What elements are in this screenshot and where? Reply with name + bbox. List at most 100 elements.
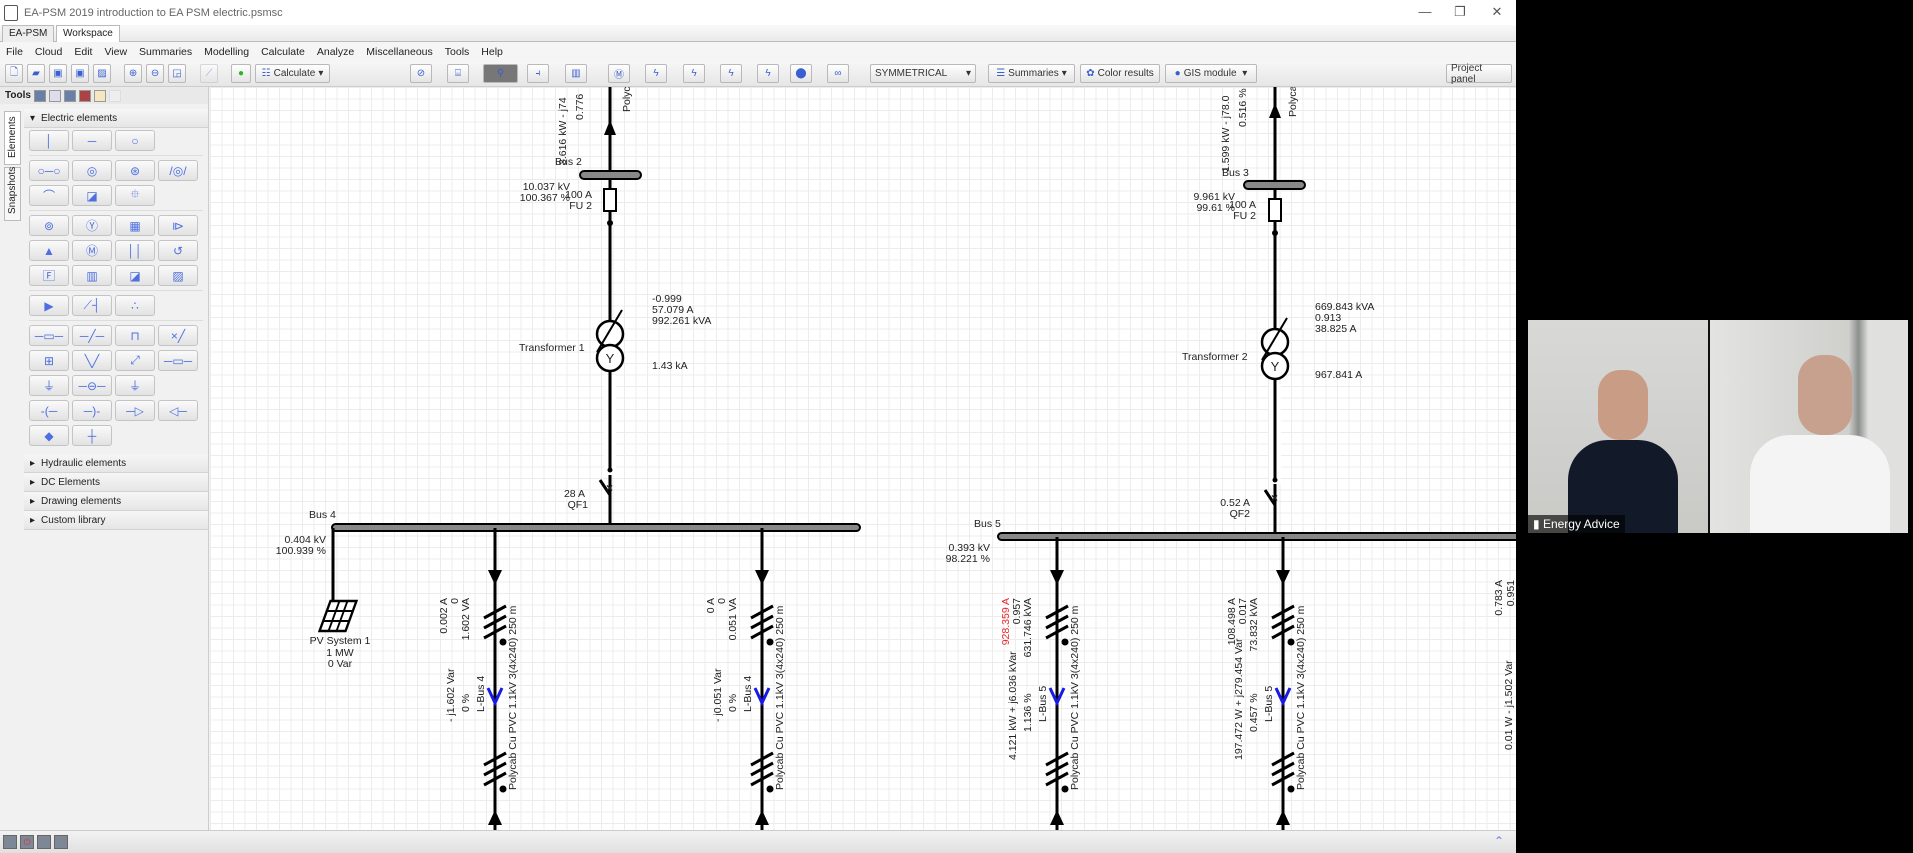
section-hydraulic-elements[interactable]: ▸ Hydraulic elements bbox=[24, 454, 208, 473]
project-panel-button[interactable]: Project panel bbox=[1446, 63, 1512, 85]
grid-toggle-icon[interactable] bbox=[3, 835, 17, 849]
rectifier-icon[interactable]: ◪ bbox=[115, 265, 155, 286]
mode-select[interactable]: SYMMETRICAL ▾ bbox=[870, 64, 976, 83]
pin-tool-icon[interactable] bbox=[108, 89, 121, 102]
load-switch-icon[interactable]: ╲╱ bbox=[72, 350, 112, 371]
reactor-icon[interactable]: ⌒ bbox=[29, 185, 69, 206]
chart-button[interactable]: ▥ bbox=[565, 64, 587, 83]
save-button[interactable]: ▣ bbox=[49, 64, 67, 83]
section-electric-elements[interactable]: ▾ Electric elements bbox=[24, 109, 208, 128]
motor-icon[interactable]: Ⓜ bbox=[72, 240, 112, 261]
generator-icon[interactable]: ⊚ bbox=[29, 215, 69, 236]
transformer-2w-icon[interactable]: ◎ bbox=[72, 160, 112, 181]
plug-left-icon[interactable]: -(─ bbox=[29, 400, 69, 421]
menu-analyze[interactable]: Analyze bbox=[317, 46, 354, 58]
menu-tools[interactable]: Tools bbox=[445, 46, 470, 58]
busbar-block-icon[interactable]: ┼ bbox=[72, 425, 112, 446]
location-button[interactable]: ⬤ bbox=[790, 64, 812, 83]
tab-elements[interactable]: Elements bbox=[4, 111, 21, 165]
pv-array-icon[interactable]: ▦ bbox=[115, 215, 155, 236]
hatch-icon[interactable]: ▨ bbox=[158, 265, 198, 286]
fuse-switch-icon[interactable]: ⊓ bbox=[115, 325, 155, 346]
regulating-transformer-icon[interactable]: /◎/ bbox=[158, 160, 198, 181]
earth-2-icon[interactable]: ⏚ bbox=[115, 375, 155, 396]
motor-button[interactable]: Ⓜ bbox=[608, 64, 630, 83]
arrow-right-icon[interactable]: ─▷ bbox=[115, 400, 155, 421]
disconnector-icon[interactable]: ⤢ bbox=[115, 350, 155, 371]
menu-cloud[interactable]: Cloud bbox=[35, 46, 62, 58]
load-icon[interactable]: ▲ bbox=[29, 240, 69, 261]
fuse-fu2-icon[interactable] bbox=[603, 188, 617, 212]
earth-icon[interactable]: ⏚ bbox=[29, 375, 69, 396]
minimize-button[interactable]: — bbox=[1410, 4, 1440, 19]
three-circles-icon[interactable]: ∴ bbox=[115, 295, 155, 316]
plug-right-icon[interactable]: ─)- bbox=[72, 400, 112, 421]
breaker-icon[interactable]: ×╱ bbox=[158, 325, 198, 346]
menu-help[interactable]: Help bbox=[481, 46, 503, 58]
menu-edit[interactable]: Edit bbox=[74, 46, 92, 58]
color-results-button[interactable]: ✿ Color results bbox=[1080, 64, 1160, 83]
motor-y-icon[interactable]: Ⓨ bbox=[72, 215, 112, 236]
short-circuit-pe-button[interactable]: ϟ bbox=[720, 64, 742, 83]
pv-system-icon[interactable] bbox=[317, 599, 359, 633]
text-red-tool-icon[interactable] bbox=[78, 89, 91, 102]
menu-miscellaneous[interactable]: Miscellaneous bbox=[366, 46, 433, 58]
bus-2-bar[interactable] bbox=[579, 170, 642, 180]
meter-icon[interactable]: ─⊖─ bbox=[72, 375, 112, 396]
calculate-dropdown[interactable]: ☷ Calculate ▾ bbox=[255, 64, 330, 83]
new-file-button[interactable]: 🗋 bbox=[5, 64, 23, 83]
bus-4-bar[interactable] bbox=[331, 523, 861, 532]
short-circuit-max-button[interactable]: ϟ bbox=[683, 64, 705, 83]
menu-view[interactable]: View bbox=[104, 46, 127, 58]
pointer-tool-icon[interactable] bbox=[33, 89, 46, 102]
node-icon[interactable]: ○ bbox=[115, 130, 155, 151]
short-circuit-min-button[interactable]: ϟ bbox=[645, 64, 667, 83]
link-icon[interactable]: ○─○ bbox=[29, 160, 69, 181]
check-button[interactable]: ● bbox=[231, 64, 251, 83]
capacitor-tool-button[interactable]: ⫞ bbox=[527, 64, 549, 83]
tab-ea-psm[interactable]: EA-PSM bbox=[2, 25, 55, 42]
switch-battery-icon[interactable]: ⟋┤ bbox=[72, 295, 112, 316]
play-icon[interactable]: ▶ bbox=[29, 295, 69, 316]
minus-icon[interactable] bbox=[54, 835, 68, 849]
switch-icon[interactable]: ─╱─ bbox=[72, 325, 112, 346]
summaries-dropdown[interactable]: ☰ Summaries ▾ bbox=[988, 64, 1075, 83]
power-icon[interactable]: ⏻ bbox=[20, 835, 34, 849]
section-dc-elements[interactable]: ▸ DC Elements bbox=[24, 473, 208, 492]
zoom-out-button[interactable]: ⊖ bbox=[146, 64, 164, 83]
menu-calculate[interactable]: Calculate bbox=[261, 46, 305, 58]
fuse-icon[interactable]: ─▭─ bbox=[29, 325, 69, 346]
open-button[interactable]: ▰ bbox=[27, 64, 45, 83]
transformer-3w-icon[interactable]: ⊛ bbox=[115, 160, 155, 181]
tab-workspace[interactable]: Workspace bbox=[56, 25, 120, 42]
menu-modelling[interactable]: Modelling bbox=[204, 46, 249, 58]
feeder-f1[interactable]: 0.002 A 0 1.602 VA- j1.602 Var 0 % L-Bus 4 Po… bbox=[438, 528, 519, 830]
feeder-f3[interactable]: 928.359 A 0.957 631.746 kVA4.121 kW + j6.0… bbox=[1000, 537, 1081, 830]
filter-icon[interactable]: 🄵 bbox=[29, 265, 69, 286]
static-converter-icon[interactable]: ⯐ bbox=[115, 185, 155, 206]
battery-block-icon[interactable]: ▥ bbox=[72, 265, 112, 286]
diagram-canvas[interactable]: Y Y × × 0.002 A 0 1.602 VA - j1.602 Var 0 % L… bbox=[210, 87, 1516, 830]
no-entry-button[interactable]: ⊘ bbox=[410, 64, 432, 83]
resistor-icon[interactable]: ─▭─ bbox=[158, 350, 198, 371]
close-button[interactable]: ✕ bbox=[1482, 4, 1512, 20]
ct-icon[interactable]: ⊞ bbox=[29, 350, 69, 371]
bus-3-bar[interactable] bbox=[1243, 180, 1306, 190]
gis-module-button[interactable]: ● GIS module ▾ bbox=[1165, 64, 1257, 83]
selected-tool-button[interactable]: ⚲ bbox=[483, 64, 518, 83]
fuse-check-button[interactable]: ⌸ bbox=[447, 64, 469, 83]
menu-summaries[interactable]: Summaries bbox=[139, 46, 192, 58]
save-as-button[interactable]: ▣ bbox=[71, 64, 89, 83]
text-tool-icon[interactable] bbox=[93, 89, 106, 102]
feeder-f3b[interactable]: 108.498 A 0.017 73.832 kVA197.472 W + j279… bbox=[1226, 537, 1307, 830]
feeder-f2[interactable]: 0 A 0 0.051 VA- j0.051 Var 0 % L-Bus 4 Polyca… bbox=[705, 528, 786, 830]
converter-icon[interactable]: ◪ bbox=[72, 185, 112, 206]
bus-5-bar[interactable] bbox=[997, 532, 1516, 541]
section-custom-library[interactable]: ▸ Custom library bbox=[24, 511, 208, 530]
fuse-fu2b-icon[interactable] bbox=[1268, 198, 1282, 222]
capacitor-icon[interactable]: ││ bbox=[115, 240, 155, 261]
short-circuit-dc-button[interactable]: ϟ bbox=[757, 64, 779, 83]
menu-file[interactable]: File bbox=[6, 46, 23, 58]
measure-button[interactable]: ⟋ bbox=[200, 64, 218, 83]
line-h-icon[interactable]: ─ bbox=[72, 130, 112, 151]
